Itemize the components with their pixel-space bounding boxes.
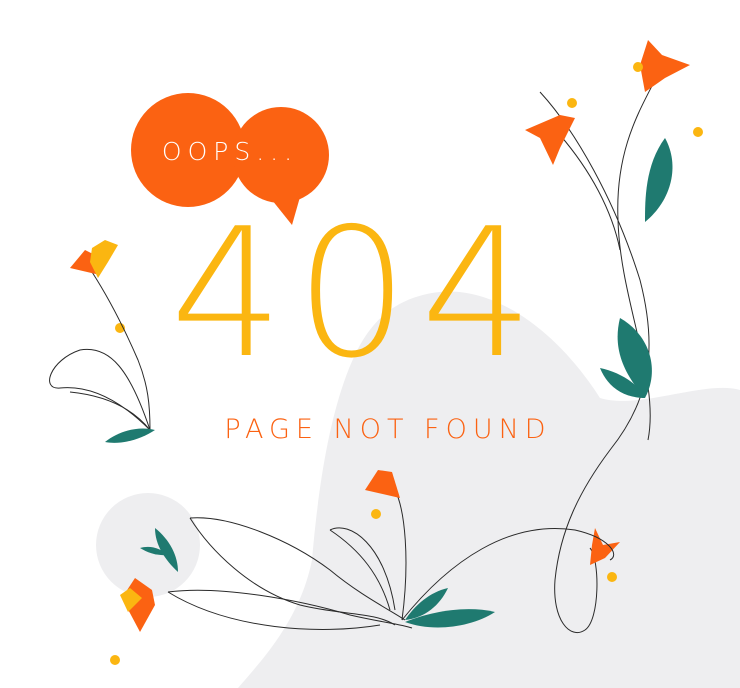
dot xyxy=(567,98,577,108)
error-message: PAGE NOT FOUND xyxy=(224,414,551,445)
illustration: OOPS... 404 PAGE NOT FOUND xyxy=(49,40,740,688)
flower-icon xyxy=(525,115,575,165)
dot xyxy=(371,509,381,519)
bubble-text: OOPS... xyxy=(162,137,298,166)
dot xyxy=(110,655,120,665)
dot xyxy=(693,127,703,137)
dot xyxy=(633,62,643,72)
dot xyxy=(607,572,617,582)
leaf-icon xyxy=(105,428,155,443)
background-circle xyxy=(96,493,200,597)
left-plant xyxy=(49,271,151,431)
leaf-icon xyxy=(645,138,673,222)
flower-icon xyxy=(640,40,690,92)
error-code: 404 xyxy=(170,190,546,397)
